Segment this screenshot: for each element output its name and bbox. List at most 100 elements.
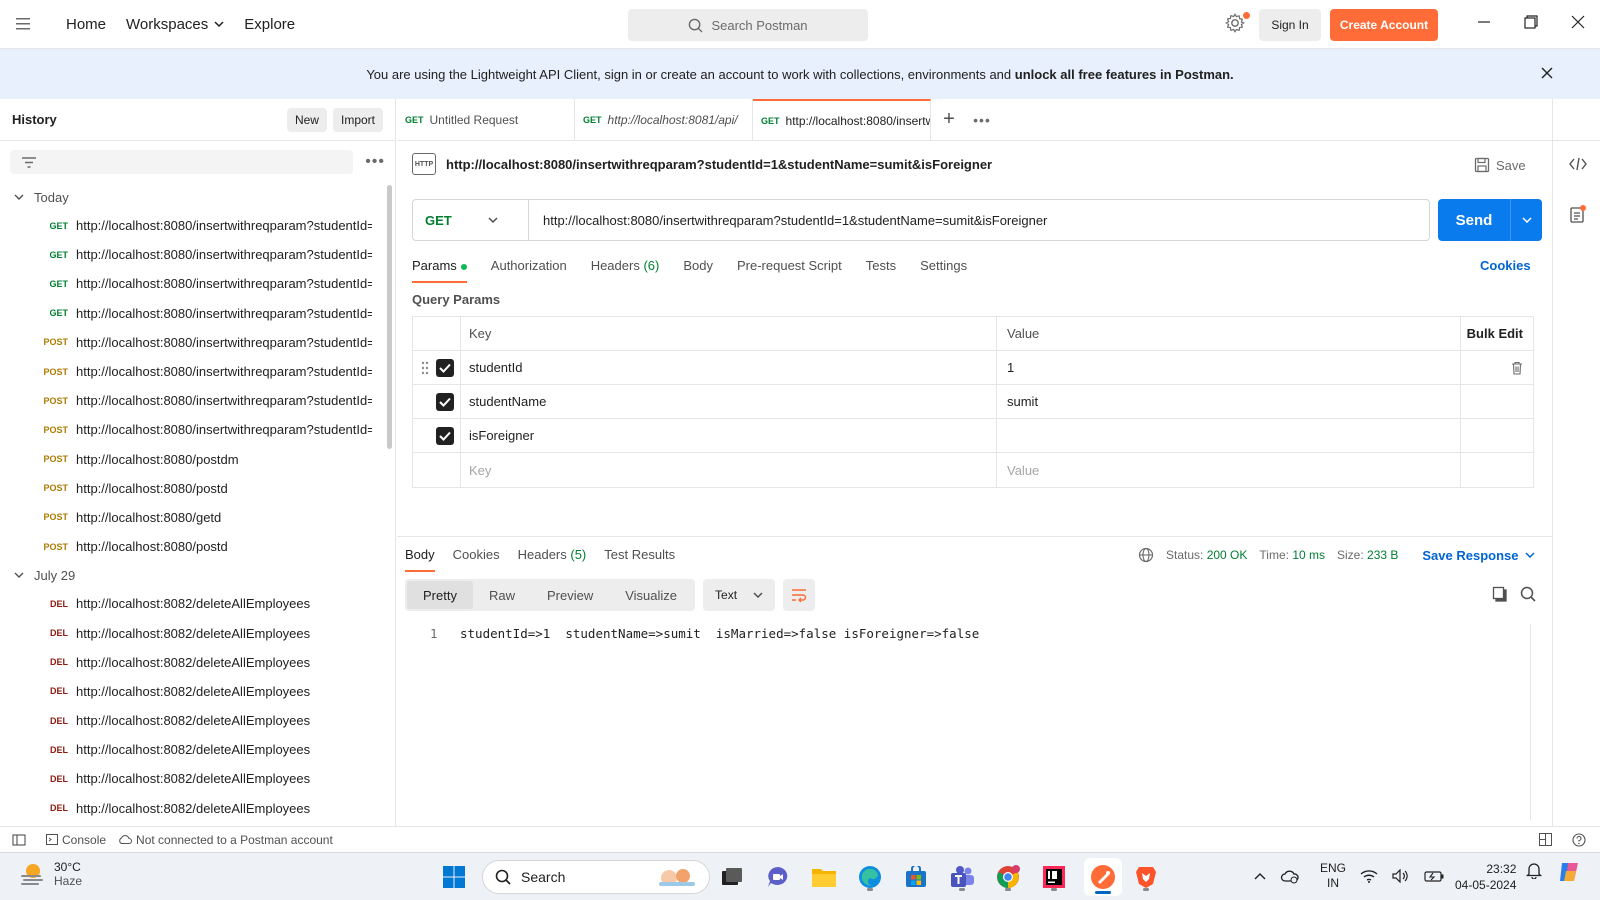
- wifi-icon[interactable]: [1360, 869, 1378, 883]
- task-view-icon[interactable]: [716, 861, 748, 893]
- store-icon[interactable]: [900, 861, 932, 893]
- connection-status[interactable]: Not connected to a Postman account: [118, 833, 333, 847]
- help-icon[interactable]: [1572, 833, 1586, 847]
- copy-icon[interactable]: [1492, 586, 1508, 602]
- tab-body[interactable]: Body: [683, 258, 713, 283]
- restore-icon[interactable]: [1524, 15, 1542, 33]
- chrome-icon[interactable]: [992, 861, 1024, 893]
- drag-handle-icon[interactable]: [421, 361, 429, 375]
- chevron-up-icon[interactable]: [1254, 872, 1266, 880]
- notification-bell-icon[interactable]: [1525, 861, 1543, 879]
- battery-icon[interactable]: [1424, 870, 1444, 882]
- param-value[interactable]: 1: [997, 351, 1461, 384]
- send-options-chevron-icon[interactable]: [1510, 199, 1542, 241]
- new-button[interactable]: New: [286, 107, 327, 132]
- code-icon[interactable]: [1569, 157, 1587, 171]
- intellij-icon[interactable]: [1038, 861, 1070, 893]
- history-item[interactable]: POST http://localhost:8080/insertwithreqp…: [0, 357, 395, 386]
- history-item[interactable]: GET http://localhost:8080/insertwithreqpa…: [0, 211, 395, 240]
- tab-tests[interactable]: Tests: [866, 258, 896, 283]
- history-group-header[interactable]: July 29: [0, 561, 395, 589]
- info-panel-icon[interactable]: [1570, 205, 1586, 223]
- sign-in-button[interactable]: Sign In: [1259, 9, 1321, 41]
- request-title[interactable]: http://localhost:8080/insertwithreqparam…: [446, 157, 992, 172]
- param-checkbox[interactable]: [436, 358, 454, 377]
- history-item[interactable]: POST http://localhost:8080/insertwithreqp…: [0, 415, 395, 444]
- file-explorer-icon[interactable]: [808, 861, 840, 893]
- url-input[interactable]: http://localhost:8080/insertwithreqparam…: [529, 213, 1047, 228]
- save-response-button[interactable]: Save Response: [1422, 548, 1535, 563]
- save-button[interactable]: Save: [1474, 157, 1526, 173]
- nav-home[interactable]: Home: [56, 16, 116, 33]
- history-item[interactable]: DEL http://localhost:8082/deleteAllEmploy…: [0, 794, 395, 823]
- console-button[interactable]: Console: [46, 833, 106, 847]
- tab-headers[interactable]: Headers (6): [591, 258, 660, 283]
- history-item[interactable]: DEL http://localhost:8082/deleteAllEmploy…: [0, 764, 395, 793]
- edge-browser-icon[interactable]: [854, 861, 886, 893]
- search-input[interactable]: Search Postman: [628, 9, 868, 41]
- tab-response-headers[interactable]: Headers (5): [518, 547, 587, 572]
- history-item[interactable]: DEL http://localhost:8082/deleteAllEmploy…: [0, 589, 395, 618]
- new-key-input[interactable]: Key: [461, 453, 997, 487]
- volume-icon[interactable]: [1392, 869, 1410, 883]
- history-item[interactable]: DEL http://localhost:8082/deleteAllEmploy…: [0, 735, 395, 764]
- history-item[interactable]: GET http://localhost:8080/insertwithreqpa…: [0, 299, 395, 328]
- history-item[interactable]: DEL http://localhost:8082/deleteAllEmploy…: [0, 618, 395, 647]
- history-item[interactable]: GET http://localhost:8080/insertwithreqpa…: [0, 269, 395, 298]
- history-item[interactable]: DEL http://localhost:8082/deleteAllEmploy…: [0, 706, 395, 735]
- history-item[interactable]: DEL http://localhost:8082/deleteAllEmploy…: [0, 677, 395, 706]
- tab-settings[interactable]: Settings: [920, 258, 967, 283]
- brave-icon[interactable]: [1130, 861, 1162, 893]
- tab-response-body[interactable]: Body: [405, 547, 435, 572]
- cookies-link[interactable]: Cookies: [1480, 258, 1531, 273]
- tab-response-cookies[interactable]: Cookies: [453, 547, 500, 572]
- bulk-edit-button[interactable]: Bulk Edit: [1461, 317, 1533, 350]
- param-key[interactable]: studentId: [461, 351, 997, 384]
- language-indicator[interactable]: ENG IN: [1320, 861, 1346, 891]
- tab-localhost-8080[interactable]: GET http://localhost:8080/insertwithreqp…: [753, 99, 931, 140]
- param-value[interactable]: sumit: [997, 385, 1461, 418]
- response-body-text[interactable]: studentId=>1 studentName=>sumit isMarrie…: [460, 626, 979, 641]
- tab-params[interactable]: Params: [412, 258, 467, 283]
- param-checkbox[interactable]: [436, 392, 454, 411]
- import-button[interactable]: Import: [332, 107, 383, 132]
- tab-localhost-8081[interactable]: GET http://localhost:8081/api/: [575, 99, 753, 140]
- nav-explore[interactable]: Explore: [234, 16, 305, 33]
- tab-untitled-request[interactable]: GET Untitled Request: [397, 99, 575, 140]
- history-item[interactable]: GET http://localhost:8080/insertwithreqpa…: [0, 240, 395, 269]
- minimize-icon[interactable]: [1477, 15, 1495, 33]
- teams-icon[interactable]: [946, 861, 978, 893]
- nav-workspaces[interactable]: Workspaces: [116, 16, 234, 33]
- onedrive-icon[interactable]: [1280, 868, 1300, 884]
- windows-start-icon[interactable]: [438, 861, 470, 893]
- close-window-icon[interactable]: [1571, 15, 1589, 33]
- response-divider[interactable]: [397, 536, 1552, 537]
- weather-widget[interactable]: 30°C Haze: [20, 860, 82, 888]
- globe-icon[interactable]: [1138, 547, 1154, 563]
- param-key[interactable]: studentName: [461, 385, 997, 418]
- history-item[interactable]: POST http://localhost:8080/postd: [0, 474, 395, 503]
- tab-pre-request-script[interactable]: Pre-request Script: [737, 258, 842, 283]
- toggle-sidebar-icon[interactable]: [12, 833, 26, 846]
- param-value[interactable]: [997, 419, 1461, 452]
- postman-taskbar-icon[interactable]: [1084, 858, 1122, 896]
- chat-app-icon[interactable]: [762, 861, 794, 893]
- history-item[interactable]: DEL http://localhost:8082/deleteAllEmploy…: [0, 648, 395, 677]
- send-button[interactable]: Send: [1438, 199, 1542, 241]
- history-item[interactable]: POST http://localhost:8080/insertwithreqp…: [0, 328, 395, 357]
- add-tab-icon[interactable]: +: [931, 99, 967, 140]
- time-text[interactable]: Time: 10 ms: [1259, 548, 1325, 562]
- delete-icon[interactable]: [1511, 361, 1523, 375]
- tab-test-results[interactable]: Test Results: [604, 547, 675, 572]
- history-item[interactable]: POST http://localhost:8080/postd: [0, 532, 395, 561]
- new-value-input[interactable]: Value: [997, 453, 1461, 487]
- format-raw[interactable]: Raw: [473, 581, 531, 609]
- status-text[interactable]: Status: 200 OK: [1166, 548, 1247, 562]
- create-account-button[interactable]: Create Account: [1330, 9, 1438, 41]
- text-type-select[interactable]: Text: [703, 579, 776, 611]
- search-icon[interactable]: [1520, 586, 1536, 602]
- tab-authorization[interactable]: Authorization: [491, 258, 567, 283]
- layout-icon[interactable]: [1539, 833, 1552, 846]
- copilot-icon[interactable]: [1556, 859, 1582, 885]
- taskbar-search[interactable]: Search: [482, 860, 710, 894]
